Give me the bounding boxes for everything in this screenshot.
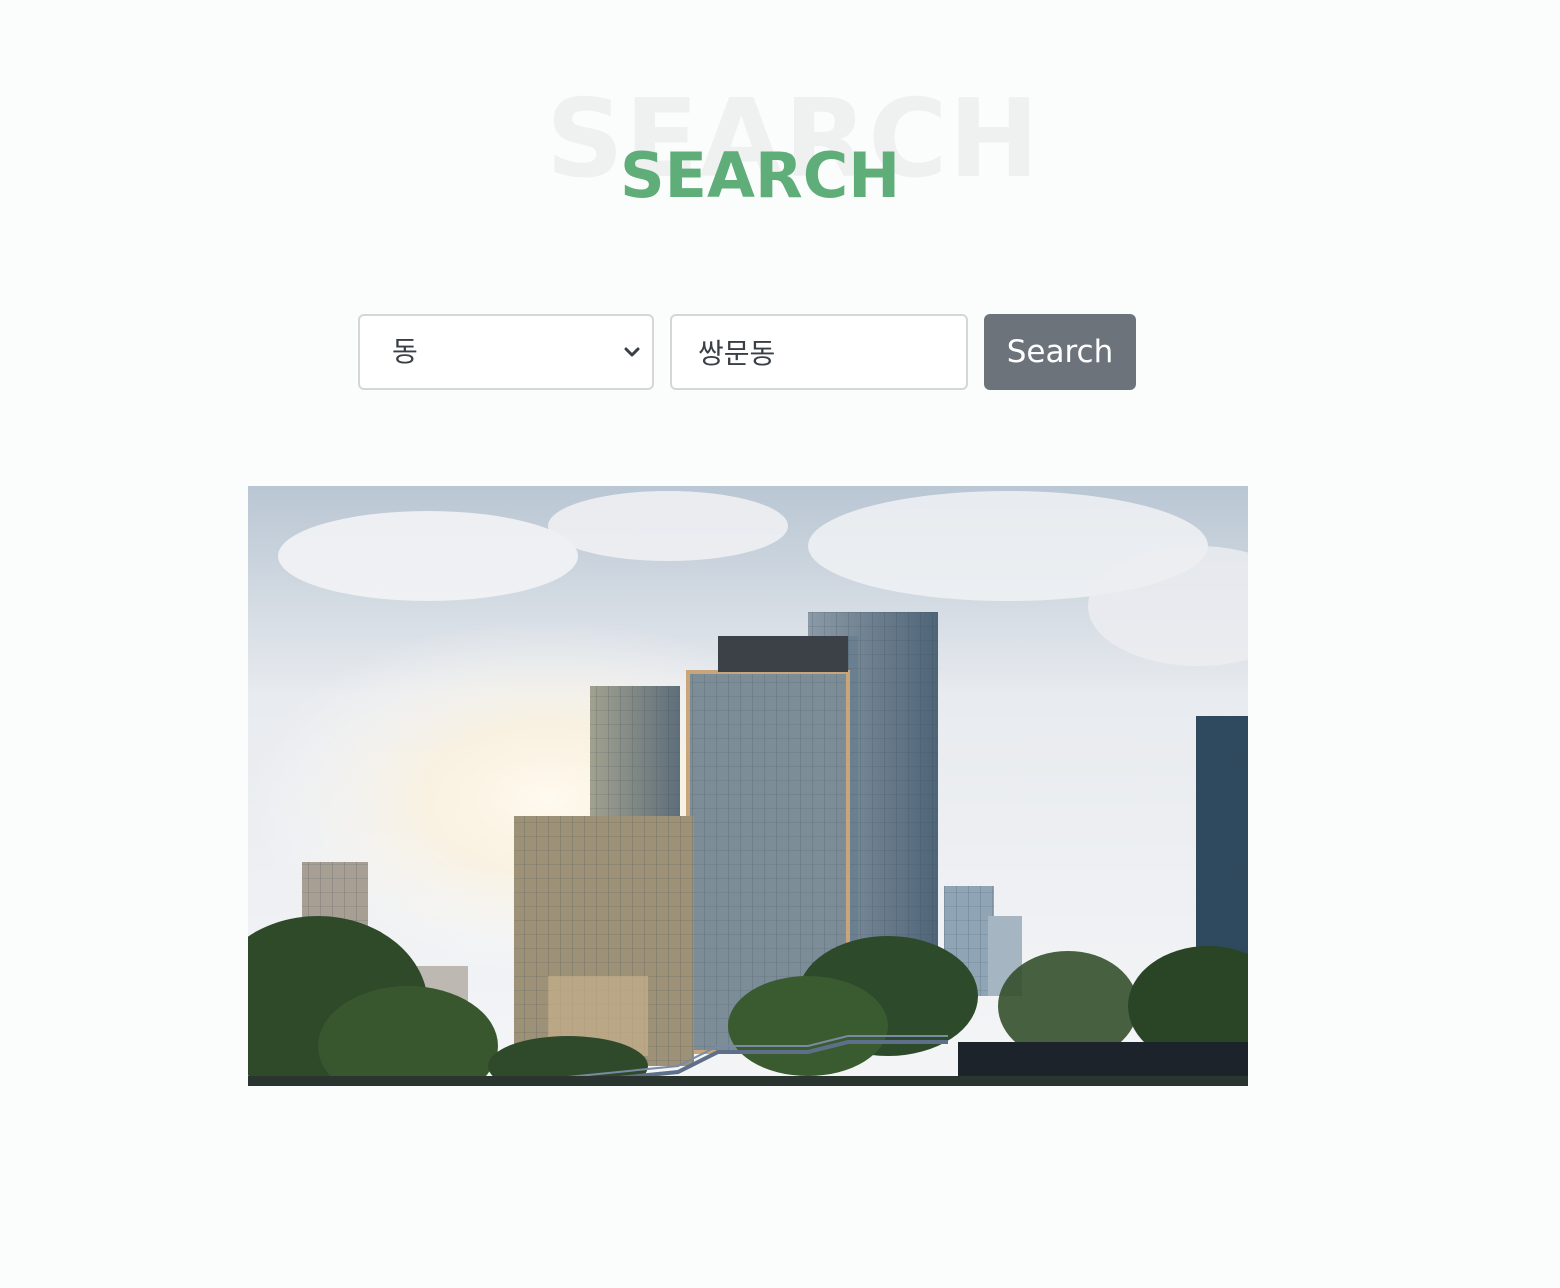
search-page: SEARCH SEARCH 동 Search bbox=[0, 0, 1560, 1288]
title-block: SEARCH SEARCH bbox=[0, 80, 1560, 230]
search-form: 동 Search bbox=[358, 314, 1136, 390]
search-button[interactable]: Search bbox=[984, 314, 1136, 390]
search-type-select[interactable]: 동 bbox=[358, 314, 654, 390]
search-input[interactable] bbox=[670, 314, 968, 390]
search-type-selected-value: 동 bbox=[392, 335, 418, 368]
hero-image bbox=[248, 486, 1248, 1086]
page-title: SEARCH bbox=[620, 139, 901, 212]
chevron-down-icon bbox=[622, 342, 642, 362]
